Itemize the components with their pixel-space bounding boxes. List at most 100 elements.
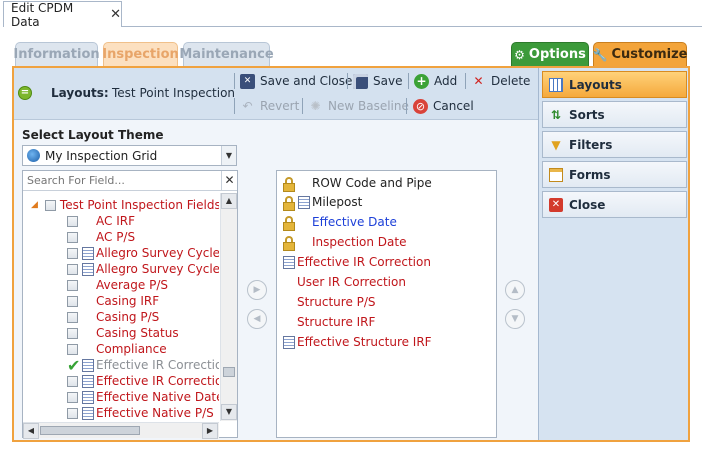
field-checkbox[interactable] (67, 215, 78, 227)
field-item[interactable]: AC IRF (67, 213, 135, 229)
field-item[interactable]: Casing P/S (67, 309, 159, 325)
field-search-input[interactable] (23, 171, 223, 191)
move-left-icon[interactable]: ◀ (247, 309, 267, 329)
field-item[interactable]: Allegro Survey Cycle C (67, 245, 219, 261)
calculator-icon (82, 246, 94, 260)
selected-item[interactable]: User IR Correction (297, 274, 406, 290)
group-label: Test Point Inspection Fields (59, 198, 219, 212)
nav-forms-label: Forms (569, 167, 611, 182)
nav-filters-label: Filters (569, 137, 613, 152)
save-label: Save (373, 74, 403, 88)
nav-sorts[interactable]: ⇅ Sorts (542, 101, 687, 128)
selected-label: Inspection Date (312, 235, 407, 249)
move-right-icon[interactable]: ▶ (247, 280, 267, 300)
field-item[interactable]: Effective Native Date (67, 389, 219, 405)
field-label: Effective Native Date (96, 390, 219, 404)
field-checkbox[interactable] (67, 375, 78, 387)
add-button[interactable]: + Add (414, 72, 457, 90)
clear-search-icon[interactable]: ✕ (221, 171, 237, 191)
vertical-scrollbar[interactable]: ▲ ▼ (220, 193, 237, 421)
collapse-button[interactable]: = (18, 86, 32, 100)
save-and-close-button[interactable]: ✕ Save and Close (240, 72, 352, 90)
field-item[interactable]: AC P/S (67, 229, 135, 245)
selected-fields-list: ROW Code and Pipe Milepost Effective Dat… (276, 170, 497, 438)
tab-customize-label: Customize (611, 47, 688, 62)
field-checkbox[interactable] (67, 295, 78, 307)
field-item[interactable]: Effective Native P/S (67, 405, 214, 421)
gear-icon: ⚙ (514, 47, 525, 62)
field-label: Casing P/S (96, 310, 160, 324)
add-label: Add (434, 74, 458, 88)
globe-icon (27, 149, 40, 162)
move-up-icon[interactable]: ▲ (505, 280, 525, 300)
tab-inspection-label: Inspection (102, 47, 179, 62)
cancel-button[interactable]: ⊘ Cancel (413, 97, 474, 115)
field-checkbox[interactable] (67, 311, 78, 323)
scroll-down-icon[interactable]: ▼ (221, 404, 237, 420)
selected-label: Structure IRF (297, 315, 376, 329)
nav-layouts[interactable]: Layouts (542, 71, 687, 98)
field-item[interactable]: Casing Status (67, 325, 179, 341)
tab-maintenance[interactable]: Maintenance (179, 42, 274, 66)
doc-tab[interactable]: Edit CPDM Data ✕ (3, 1, 122, 29)
toolbar-separator (234, 98, 235, 114)
field-checkbox[interactable] (67, 279, 78, 291)
delete-button[interactable]: ✕ Delete (471, 72, 530, 90)
scroll-up-icon[interactable]: ▲ (221, 193, 237, 209)
selected-item[interactable]: Effective IR Correction (283, 254, 431, 270)
nav-close[interactable]: ✕ Close (542, 191, 687, 218)
field-checkbox[interactable] (67, 343, 78, 355)
close-icon[interactable]: ✕ (110, 7, 121, 22)
group-checkbox[interactable] (44, 199, 56, 211)
field-checkbox[interactable] (67, 231, 78, 243)
field-checkbox[interactable] (67, 391, 78, 403)
nav-layouts-label: Layouts (569, 77, 622, 92)
collapse-triangle-icon[interactable]: ◢ (31, 200, 38, 210)
toolbar-separator (465, 73, 466, 89)
field-item[interactable]: Allegro Survey Cycle C (67, 261, 219, 277)
field-checkbox[interactable] (67, 263, 78, 275)
layout-theme-value: My Inspection Grid (45, 148, 158, 163)
selected-item[interactable]: ROW Code and Pipe (283, 175, 432, 192)
scroll-thumb[interactable] (40, 426, 140, 435)
layouts-value: Test Point Inspection (112, 86, 236, 100)
selected-item[interactable]: Milepost (283, 194, 362, 211)
move-down-icon[interactable]: ▼ (505, 309, 525, 329)
calculator-icon (82, 262, 94, 276)
nav-filters[interactable]: ▼ Filters (542, 131, 687, 158)
selected-item[interactable]: Effective Structure IRF (283, 334, 432, 350)
selected-item[interactable]: Structure P/S (297, 294, 376, 310)
field-checkbox[interactable] (67, 407, 78, 419)
tab-information[interactable]: Information (13, 42, 100, 66)
selected-item[interactable]: Effective Date (283, 214, 397, 231)
tree-group[interactable]: ◢ Test Point Inspection Fields (31, 197, 219, 213)
scroll-left-icon[interactable]: ◀ (23, 423, 39, 439)
field-item[interactable]: Average P/S (67, 277, 168, 293)
layout-theme-select[interactable]: My Inspection Grid ▼ (22, 145, 237, 166)
tab-inspection[interactable]: Inspection (102, 42, 179, 66)
scroll-right-icon[interactable]: ▶ (202, 423, 218, 439)
delete-label: Delete (491, 74, 531, 88)
tab-customize[interactable]: 🔧 Customize (592, 42, 688, 66)
chevron-down-icon[interactable]: ▼ (221, 146, 236, 165)
revert-button[interactable]: ↶ Revert (240, 97, 299, 115)
selected-item[interactable]: Structure IRF (297, 314, 375, 330)
save-and-close-icon: ✕ (240, 73, 255, 89)
new-baseline-button[interactable]: ✺ New Baseline (308, 97, 408, 115)
checkmark-icon[interactable]: ✔ (67, 356, 82, 375)
field-checkbox[interactable] (67, 327, 78, 339)
field-item[interactable]: Effective IR Correction (67, 373, 219, 389)
tab-options[interactable]: ⚙ Options (511, 42, 589, 66)
save-button[interactable]: Save (353, 72, 402, 90)
tab-maintenance-label: Maintenance (179, 47, 274, 62)
calculator-icon (82, 390, 94, 404)
selected-item[interactable]: Inspection Date (283, 234, 407, 251)
scroll-thumb[interactable] (223, 367, 235, 377)
nav-forms[interactable]: Forms (542, 161, 687, 188)
field-item-checked[interactable]: ✔ Effective IR Correction (67, 356, 219, 375)
field-checkbox[interactable] (67, 247, 78, 259)
calculator-icon (82, 406, 94, 420)
calculator-icon (283, 335, 295, 349)
field-item[interactable]: Casing IRF (67, 293, 159, 309)
horizontal-scrollbar[interactable]: ◀ ▶ (23, 422, 219, 439)
